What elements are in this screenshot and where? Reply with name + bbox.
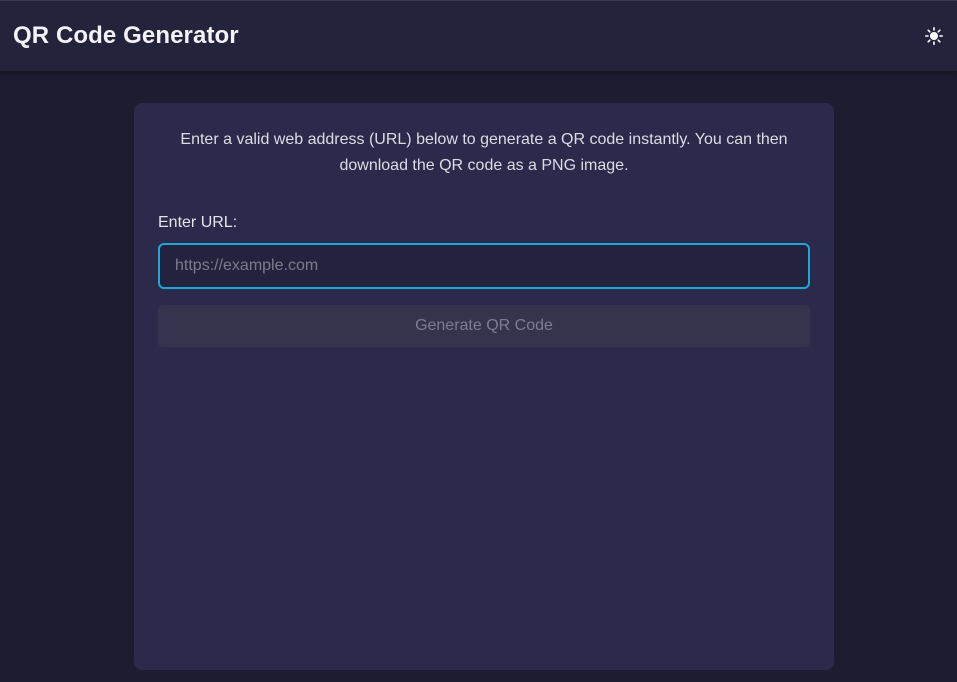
generator-card: Enter a valid web address (URL) below to… [134,103,834,670]
sun-icon [925,27,943,45]
theme-toggle-button[interactable] [922,24,946,48]
instructions-text: Enter a valid web address (URL) below to… [180,131,788,174]
url-label: Enter URL: [158,214,238,231]
url-input[interactable] [158,243,810,289]
app-header: QR Code Generator [0,0,957,71]
app-title: QR Code Generator [13,22,239,49]
generate-qr-button[interactable]: Generate QR Code [158,305,810,347]
